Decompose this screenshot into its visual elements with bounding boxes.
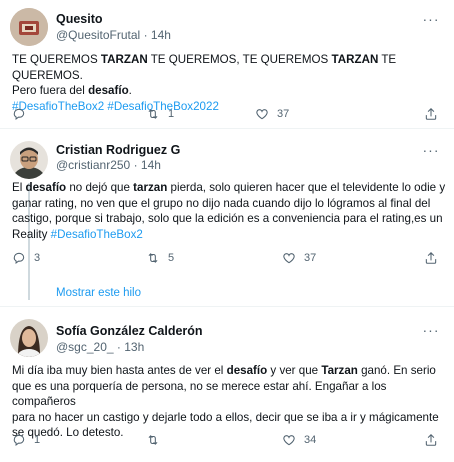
reply-icon: [13, 434, 25, 447]
meta-separator: ·: [133, 158, 138, 172]
retweet-count: 1: [168, 108, 175, 120]
tweet-actions: 3 5 37: [0, 249, 454, 267]
share-button[interactable]: [424, 105, 438, 123]
tweet-text: El desafío no dejó que tarzan pierda, so…: [12, 180, 448, 242]
highlighted-keyword: desafío: [88, 84, 129, 98]
highlighted-keyword: tarzan: [133, 181, 168, 194]
retweet-icon: [148, 253, 158, 263]
avatar[interactable]: [10, 319, 48, 357]
like-button[interactable]: 37: [255, 105, 289, 123]
like-icon: [256, 109, 268, 120]
author-handle[interactable]: @QuesitoFrutal: [56, 28, 140, 42]
tweet-line: El desafío no dejó que tarzan pierda, so…: [12, 180, 448, 196]
highlighted-keyword: desafío: [25, 181, 67, 194]
tweet-text-segment: ganar rating, no ven que el grupo no dij…: [12, 196, 431, 210]
author-meta: @QuesitoFrutal · 14h: [56, 28, 171, 42]
tweet-text-segment: para no hacer un castigo y dejarle todo …: [12, 410, 439, 424]
author-name[interactable]: Cristian Rodriguez G: [56, 143, 180, 157]
share-button[interactable]: [424, 249, 438, 267]
tweet-text-segment: Reality: [12, 227, 51, 241]
like-count: 37: [304, 252, 317, 264]
like-button[interactable]: 37: [282, 249, 316, 267]
tweet[interactable]: Sofía González Calderón @sgc_20_ · 13h ·…: [0, 307, 454, 462]
tweet-actions: 1 37: [0, 105, 454, 123]
tweet-text-segment: ganó. En serio: [357, 364, 436, 377]
reply-icon: [13, 108, 25, 121]
show-thread-link[interactable]: Mostrar este hilo: [56, 287, 141, 299]
tweet-text-segment: y ver que: [267, 364, 322, 377]
tweet-text-segment: pierda, solo quieren hacer que el televi…: [167, 181, 446, 194]
author-meta: @sgc_20_ · 13h: [56, 340, 144, 354]
author-handle[interactable]: @sgc_20_: [56, 340, 114, 354]
like-icon: [283, 253, 295, 264]
share-button[interactable]: [424, 431, 438, 449]
tweet-line: ganar rating, no ven que el grupo no dij…: [12, 196, 448, 212]
tweet-text-segment: que es una porquería de persona, no se m…: [12, 379, 387, 409]
tweet-line: castigo, porque si trabajo, solo que la …: [12, 211, 448, 227]
tweet-line: para no hacer un castigo y dejarle todo …: [12, 410, 448, 426]
tweet-text-segment: TE QUEREMOS: [12, 53, 101, 66]
reply-count: 1: [34, 434, 41, 446]
tweet-text-segment: TE QUEREMOS, TE QUEREMOS: [147, 53, 332, 66]
retweet-button[interactable]: 1: [146, 105, 174, 123]
author-name[interactable]: Quesito: [56, 12, 103, 26]
reply-button[interactable]: [12, 105, 34, 123]
tweet-text: Mi día iba muy bien hasta antes de ver e…: [12, 363, 448, 441]
like-count: 37: [277, 108, 290, 120]
avatar[interactable]: [10, 8, 48, 46]
tweet-line: Mi día iba muy bien hasta antes de ver e…: [12, 363, 448, 379]
retweet-icon: [148, 109, 158, 119]
tweet[interactable]: Quesito @QuesitoFrutal · 14h ··· TE QUER…: [0, 0, 454, 128]
share-icon: [425, 434, 437, 446]
author-meta: @cristianr250 · 14h: [56, 158, 161, 172]
meta-separator: ·: [143, 28, 148, 42]
reply-button[interactable]: 3: [12, 249, 40, 267]
retweet-button[interactable]: [146, 431, 168, 449]
tweet-feed: Quesito @QuesitoFrutal · 14h ··· TE QUER…: [0, 0, 454, 462]
highlighted-keyword: TARZAN: [100, 53, 148, 66]
tweet-text-segment: .: [128, 84, 132, 98]
like-count: 34: [304, 434, 317, 446]
tweet[interactable]: Cristian Rodriguez G @cristianr250 · 14h…: [0, 129, 454, 300]
tweet-text-segment: El: [12, 181, 26, 194]
tweet-text-segment: castigo, porque si trabajo, solo que la …: [12, 212, 443, 226]
tweet-text-segment: no dejó que: [66, 181, 134, 194]
tweet-line: TE QUEREMOS TARZAN TE QUEREMOS, TE QUERE…: [12, 52, 448, 83]
like-icon: [283, 435, 295, 446]
retweet-count: 5: [168, 252, 175, 264]
highlighted-keyword: desafío: [226, 364, 268, 377]
more-icon[interactable]: ···: [422, 12, 440, 28]
retweet-icon: [148, 435, 158, 445]
tweet-time[interactable]: 14h: [151, 28, 171, 42]
tweet-line: Pero fuera del desafío.: [12, 83, 448, 99]
retweet-button[interactable]: 5: [146, 249, 174, 267]
tweet-actions: 1 34: [0, 431, 454, 449]
highlighted-keyword: Tarzan: [321, 364, 358, 377]
meta-separator: ·: [116, 340, 121, 354]
tweet-line: Reality #DesafioTheBox2: [12, 227, 448, 243]
reply-button[interactable]: 1: [12, 431, 40, 449]
share-icon: [425, 252, 437, 264]
reply-icon: [13, 252, 25, 265]
highlighted-keyword: TARZAN: [331, 53, 379, 66]
more-icon[interactable]: ···: [422, 323, 440, 339]
avatar[interactable]: [10, 141, 48, 179]
share-icon: [425, 108, 437, 120]
more-icon[interactable]: ···: [422, 143, 440, 159]
reply-count: 3: [34, 252, 41, 264]
tweet-text-segment: Pero fuera del: [12, 84, 89, 98]
tweet-time[interactable]: 13h: [124, 340, 144, 354]
hashtag-link[interactable]: #DesafioTheBox2: [51, 228, 143, 241]
tweet-line: que es una porquería de persona, no se m…: [12, 379, 448, 410]
author-handle[interactable]: @cristianr250: [56, 158, 130, 172]
tweet-time[interactable]: 14h: [141, 158, 161, 172]
author-name[interactable]: Sofía González Calderón: [56, 324, 203, 338]
like-button[interactable]: 34: [282, 431, 316, 449]
tweet-text-segment: Mi día iba muy bien hasta antes de ver e…: [12, 364, 227, 377]
